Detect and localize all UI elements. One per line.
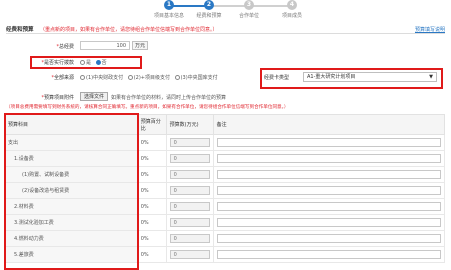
step-partners[interactable]: 3 合作单位 [229,0,269,19]
section-note: （重点新的项目，如果有合作单位，请您待组合作单位信端写到合作单位同意。） [40,26,218,33]
appropriation-label-text: 是否实行拨款 [43,60,74,66]
row-ratio: 0% [136,150,167,167]
step-number: 2 [204,0,214,10]
amount-input[interactable]: 0 [169,202,210,211]
source-radio-2[interactable] [127,75,133,80]
funding-source-radio-group: (1)中央财政支付 (2)+项目级支付 (3)中央国库支付 [80,74,221,81]
total-funding-unit: 万元 [132,41,149,50]
note-input[interactable] [216,154,441,163]
note-input[interactable] [216,218,441,227]
highlight-box-budget-subjects [4,113,139,270]
row-ratio: 0% [136,198,167,215]
attachment-label: *预算项目附件 [24,94,74,101]
row-note-cell [212,134,446,151]
radio-no-label: 否 [101,60,107,66]
header-note: 备注 [212,114,446,135]
row-amount-cell: 0 [165,166,214,183]
amount-input[interactable]: 0 [169,138,210,147]
step-budget[interactable]: 2 经费和预算 [189,0,229,19]
step-number: 3 [244,0,254,10]
step-label: 合作单位 [238,13,259,19]
amount-input[interactable]: 0 [169,154,210,163]
amount-input[interactable]: 0 [169,250,210,259]
funding-source-label-text: 全部来源 [53,75,74,81]
amount-input[interactable]: 0 [169,234,210,243]
appropriation-label: *是否实行拨款 [33,59,74,66]
row-ratio: 0% [136,230,167,247]
appropriation-radio-group: 是 否 [80,59,110,66]
source-option-label: (1)中央财政支付 [86,75,124,81]
budget-warning: （项目总费用需要填写到财务系统的，请核算合同正确填写。重点新的项目，如果有合作单… [6,105,289,110]
total-funding-label: *总经费 [28,43,74,50]
source-option-label: (2)+项目级支付 [133,75,170,81]
step-members[interactable]: 4 项目成员 [272,0,312,19]
total-funding-label-text: 总经费 [58,44,74,50]
note-input[interactable] [216,250,441,259]
step-basic-info[interactable]: 1 项目基本信息 [149,0,189,19]
attachment-label-text: 预算项目附件 [43,95,74,101]
row-ratio: 0% [136,134,167,151]
chevron-down-icon: ▼ [429,74,433,80]
total-funding-input[interactable]: 100 [80,41,130,50]
row-note-cell [212,150,446,167]
budget-type-value: A1-重大研究计划项目 [307,74,356,80]
amount-input[interactable]: 0 [169,218,210,227]
radio-yes[interactable]: 是 [80,60,91,66]
row-amount-cell: 0 [165,134,214,151]
source-option-1[interactable]: (1)中央财政支付 [80,75,123,81]
row-note-cell [212,230,446,247]
progress-steps: 1 项目基本信息 2 经费和预算 3 合作单位 4 项目成员 [0,0,451,22]
source-radio-3[interactable] [174,75,180,80]
row-amount-cell: 0 [165,182,214,199]
radio-yes-circle[interactable] [80,60,85,65]
step-label: 项目基本信息 [153,13,184,19]
amount-input[interactable]: 0 [169,186,210,195]
budget-help-link[interactable]: 预算填写说明 [415,26,445,33]
note-input[interactable] [216,202,441,211]
row-ratio: 0% [136,182,167,199]
note-input[interactable] [216,186,441,195]
budget-type-label: 经费卡类型 [264,74,300,81]
row-amount-cell: 0 [165,214,214,231]
row-amount-cell: 0 [165,230,214,247]
step-label: 经费和预算 [196,13,222,19]
row-note-cell [212,182,446,199]
budget-type-select[interactable]: A1-重大研究计划项目 ▼ [303,72,437,82]
step-number: 4 [287,0,297,10]
note-input[interactable] [216,138,441,147]
source-radio-1[interactable] [80,75,85,80]
row-ratio: 0% [136,166,167,183]
budget-type-label-text: 经费卡类型 [264,75,290,81]
row-ratio: 0% [136,246,167,263]
header-amount: 预算数(万元) [165,114,214,135]
amount-input[interactable]: 0 [169,170,210,179]
source-option-label: (3)中央国库支付 [180,75,218,81]
row-amount-cell: 0 [165,246,214,263]
radio-no-circle[interactable] [95,60,101,65]
radio-no[interactable]: 否 [95,60,107,66]
row-note-cell [212,166,446,183]
row-note-cell [212,198,446,215]
row-note-cell [212,246,446,263]
source-option-3[interactable]: (3)中央国库支付 [174,75,218,81]
row-amount-cell: 0 [165,198,214,215]
row-note-cell [212,214,446,231]
source-option-2[interactable]: (2)+项目级支付 [127,75,170,81]
note-input[interactable] [216,170,441,179]
row-ratio: 0% [136,214,167,231]
funding-source-label: *全部来源 [30,74,74,81]
step-number: 1 [164,0,174,10]
note-input[interactable] [216,234,441,243]
step-label: 项目成员 [281,13,302,19]
row-amount-cell: 0 [165,150,214,167]
section-title: 经费和预算 [6,27,34,33]
choose-file-button[interactable]: 选择文件 [80,92,109,101]
radio-yes-label: 是 [86,60,92,66]
header-ratio: 预算百分比 [136,114,167,135]
section-header: 经费和预算 （重点新的项目，如果有合作单位，请您待组合作单位信端写到合作单位同意… [6,24,445,34]
attachment-hint: 如果有合作单位的材料，请同时上传合作单位的预算 [111,95,227,101]
